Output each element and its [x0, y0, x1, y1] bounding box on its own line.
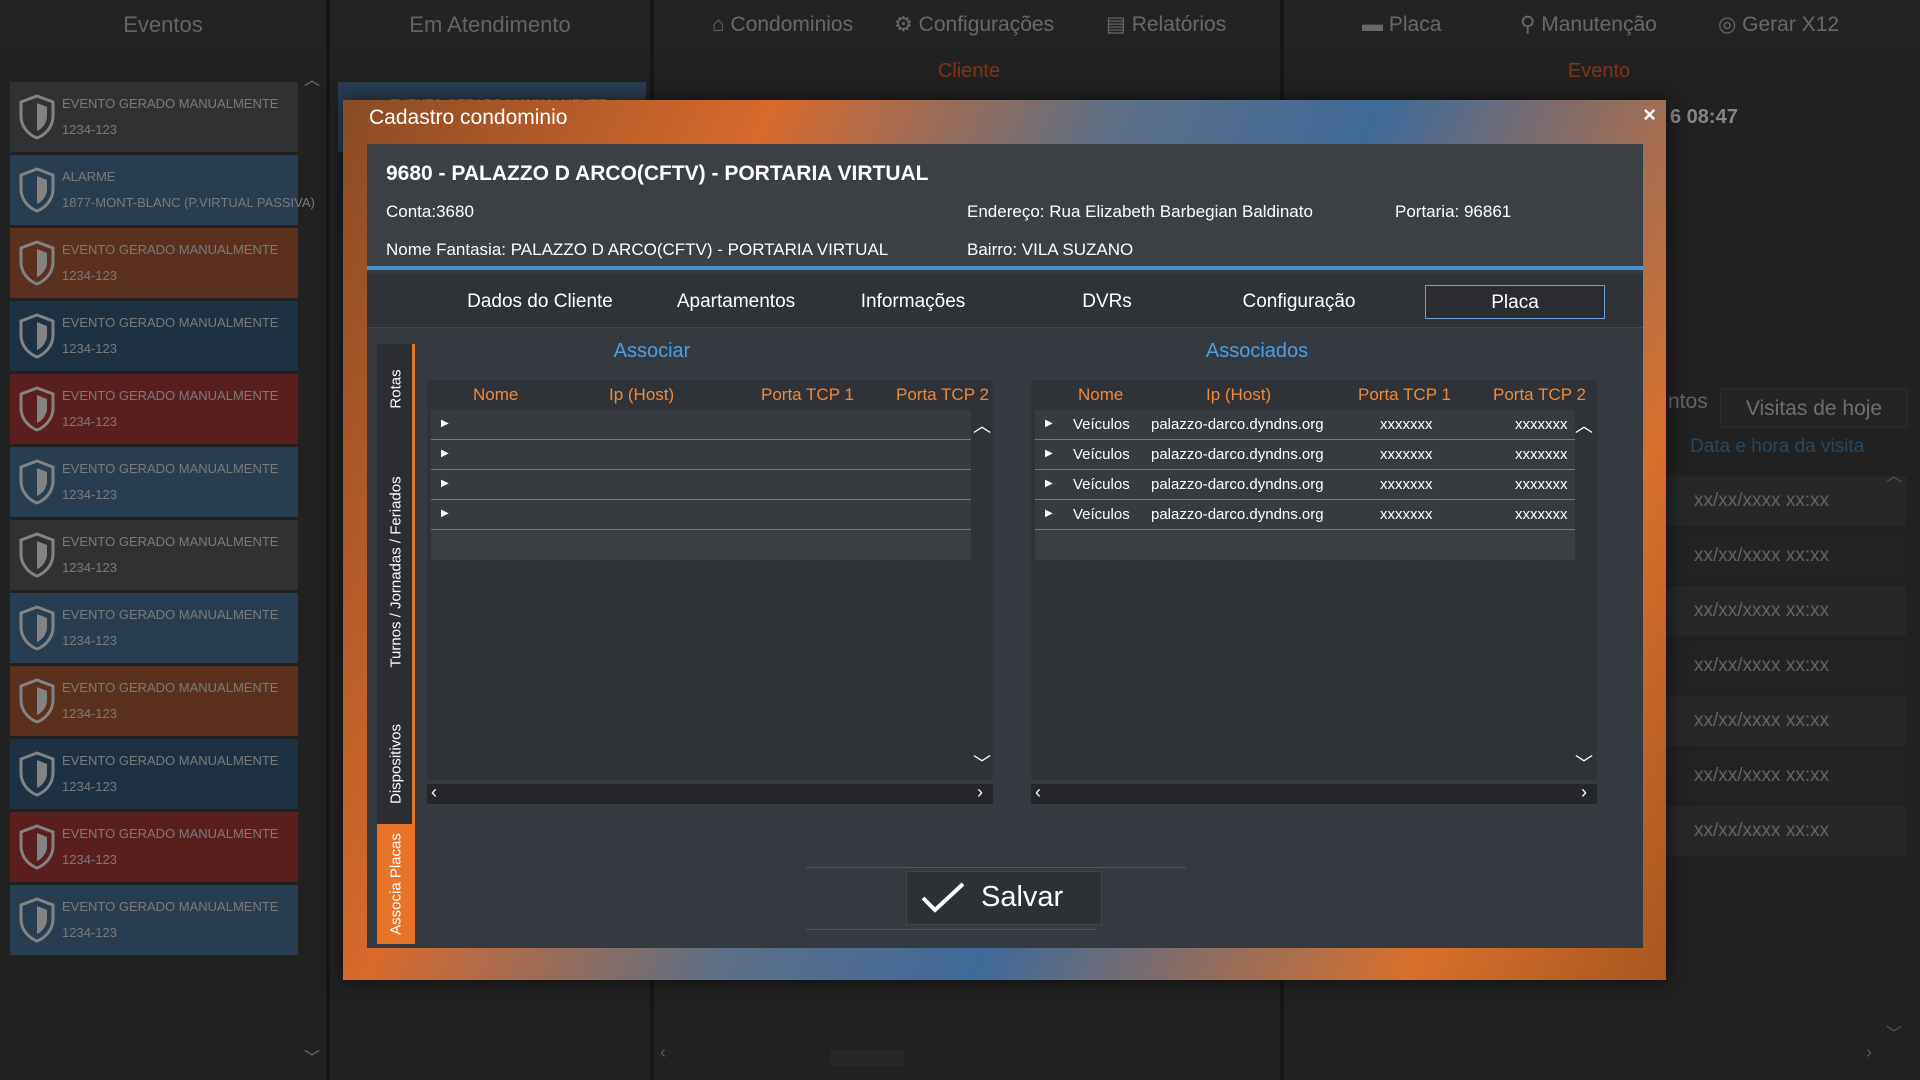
- row-arrow-icon: ▶: [441, 418, 449, 429]
- client-header: 9680 - PALAZZO D ARCO(CFTV) - PORTARIA V…: [367, 144, 1643, 270]
- col-porta1: Porta TCP 1: [1358, 385, 1451, 404]
- associados-hscroll[interactable]: ‹ ›: [1031, 782, 1597, 804]
- table-row[interactable]: ▶: [431, 440, 971, 470]
- table-row[interactable]: ▶: [431, 500, 971, 530]
- chevron-left-icon[interactable]: ‹: [431, 782, 437, 803]
- col-porta1: Porta TCP 1: [761, 385, 854, 404]
- modal-tabs: Dados do Cliente Apartamentos Informaçõe…: [367, 274, 1643, 328]
- table-row[interactable]: ▶: [431, 470, 971, 500]
- vtab-associa-placas[interactable]: Associa Placas: [377, 824, 415, 944]
- col-porta2: Porta TCP 2: [896, 385, 989, 404]
- cell-ip: palazzo-darco.dyndns.org: [1151, 446, 1324, 463]
- cell-nome: Veículos: [1073, 476, 1130, 493]
- table-row[interactable]: ▶ Veículos palazzo-darco.dyndns.org xxxxxxx…: [1035, 470, 1575, 500]
- close-icon[interactable]: ×: [1643, 102, 1656, 128]
- vtab-dispositivos[interactable]: Dispositivos: [377, 704, 415, 824]
- chevron-right-icon[interactable]: ›: [1581, 782, 1587, 803]
- table-row[interactable]: ▶ Veículos palazzo-darco.dyndns.org xxxxxxx…: [1035, 440, 1575, 470]
- col-ip: Ip (Host): [609, 385, 675, 404]
- col-porta2: Porta TCP 2: [1493, 385, 1586, 404]
- tab-dados-cliente[interactable]: Dados do Cliente: [451, 285, 629, 319]
- tab-dvrs[interactable]: DVRs: [1027, 285, 1187, 319]
- client-portaria: Portaria: 96861: [1395, 202, 1512, 221]
- client-nome-fantasia: Nome Fantasia: PALAZZO D ARCO(CFTV) - PO…: [386, 240, 889, 259]
- row-arrow-icon: ▶: [441, 508, 449, 519]
- row-arrow-icon: ▶: [441, 478, 449, 489]
- associar-grid: Nome Ip (Host) Porta TCP 1 Porta TCP 2 ▶…: [427, 380, 993, 780]
- vtab-rotas-label: Rotas: [387, 369, 405, 409]
- cell-porta1: xxxxxxx: [1380, 476, 1433, 493]
- table-row[interactable]: ▶: [431, 410, 971, 440]
- client-endereco: Endereço: Rua Elizabeth Barbegian Baldin…: [967, 202, 1313, 221]
- col-nome: Nome: [473, 385, 519, 404]
- vtab-turnos-label: Turnos / Jornadas / Feriados: [387, 475, 405, 668]
- chevron-right-icon[interactable]: ›: [977, 782, 983, 803]
- cell-nome: Veículos: [1073, 446, 1130, 463]
- tab-configuracao[interactable]: Configuração: [1209, 285, 1389, 319]
- client-conta: Conta:3680: [386, 202, 474, 221]
- cadastro-modal: Cadastro condominio × 9680 - PALAZZO D A…: [343, 100, 1666, 980]
- divider: [806, 929, 1096, 930]
- modal-title: Cadastro condominio: [369, 106, 568, 129]
- client-title: 9680 - PALAZZO D ARCO(CFTV) - PORTARIA V…: [386, 162, 929, 185]
- tab-placa[interactable]: Placa: [1425, 285, 1605, 319]
- save-label: Salvar: [981, 881, 1064, 913]
- vtab-associa-placas-label: Associa Placas: [387, 833, 405, 935]
- tab-informacoes[interactable]: Informações: [833, 285, 993, 319]
- associados-grid: Nome Ip (Host) Porta TCP 1 Porta TCP 2 ▶…: [1031, 380, 1597, 780]
- divider: [806, 867, 1186, 868]
- row-arrow-icon: ▶: [441, 448, 449, 459]
- cell-porta2: xxxxxxx: [1515, 416, 1568, 433]
- table-row[interactable]: ▶ Veículos palazzo-darco.dyndns.org xxxxxxx…: [1035, 410, 1575, 440]
- app-root: Eventos ︿ ﹀ EVENTO GERADO MANUALMENTE 123…: [0, 0, 1920, 1080]
- modal-body: 9680 - PALAZZO D ARCO(CFTV) - PORTARIA V…: [367, 144, 1643, 948]
- chevron-up-icon[interactable]: ︿: [971, 412, 993, 438]
- col-nome: Nome: [1078, 385, 1124, 404]
- cell-nome: Veículos: [1073, 506, 1130, 523]
- cell-porta2: xxxxxxx: [1515, 476, 1568, 493]
- empty-row: [1035, 530, 1575, 560]
- client-bairro: Bairro: VILA SUZANO: [967, 240, 1134, 259]
- check-icon: [921, 882, 965, 913]
- save-button[interactable]: Salvar: [906, 871, 1102, 925]
- vtab-rotas[interactable]: Rotas: [377, 344, 415, 434]
- cell-ip: palazzo-darco.dyndns.org: [1151, 506, 1324, 523]
- row-arrow-icon: ▶: [1045, 508, 1053, 519]
- empty-row: [431, 530, 971, 560]
- tab-apartamentos[interactable]: Apartamentos: [649, 285, 823, 319]
- cell-ip: palazzo-darco.dyndns.org: [1151, 416, 1324, 433]
- associar-hscroll[interactable]: ‹ ›: [427, 782, 993, 804]
- associados-grid-header: Nome Ip (Host) Porta TCP 1 Porta TCP 2: [1031, 380, 1597, 410]
- vtab-dispositivos-label: Dispositivos: [387, 723, 405, 805]
- associar-title: Associar: [613, 340, 691, 362]
- cell-porta1: xxxxxxx: [1380, 416, 1433, 433]
- chevron-down-icon[interactable]: ﹀: [971, 750, 993, 776]
- row-arrow-icon: ▶: [1045, 478, 1053, 489]
- cell-ip: palazzo-darco.dyndns.org: [1151, 476, 1324, 493]
- chevron-left-icon[interactable]: ‹: [1035, 782, 1041, 803]
- cell-porta2: xxxxxxx: [1515, 446, 1568, 463]
- table-row[interactable]: ▶ Veículos palazzo-darco.dyndns.org xxxxxxx…: [1035, 500, 1575, 530]
- associados-title: Associados: [1205, 340, 1309, 362]
- col-ip: Ip (Host): [1206, 385, 1272, 404]
- associar-grid-header: Nome Ip (Host) Porta TCP 1 Porta TCP 2: [427, 380, 993, 410]
- chevron-down-icon[interactable]: ﹀: [1573, 750, 1595, 776]
- vertical-tabs: Rotas Turnos / Jornadas / Feriados Dispo…: [377, 344, 415, 944]
- cell-porta2: xxxxxxx: [1515, 506, 1568, 523]
- chevron-up-icon[interactable]: ︿: [1573, 412, 1595, 438]
- row-arrow-icon: ▶: [1045, 418, 1053, 429]
- cell-porta1: xxxxxxx: [1380, 446, 1433, 463]
- row-arrow-icon: ▶: [1045, 448, 1053, 459]
- cell-porta1: xxxxxxx: [1380, 506, 1433, 523]
- cell-nome: Veículos: [1073, 416, 1130, 433]
- vtab-turnos[interactable]: Turnos / Jornadas / Feriados: [377, 439, 415, 704]
